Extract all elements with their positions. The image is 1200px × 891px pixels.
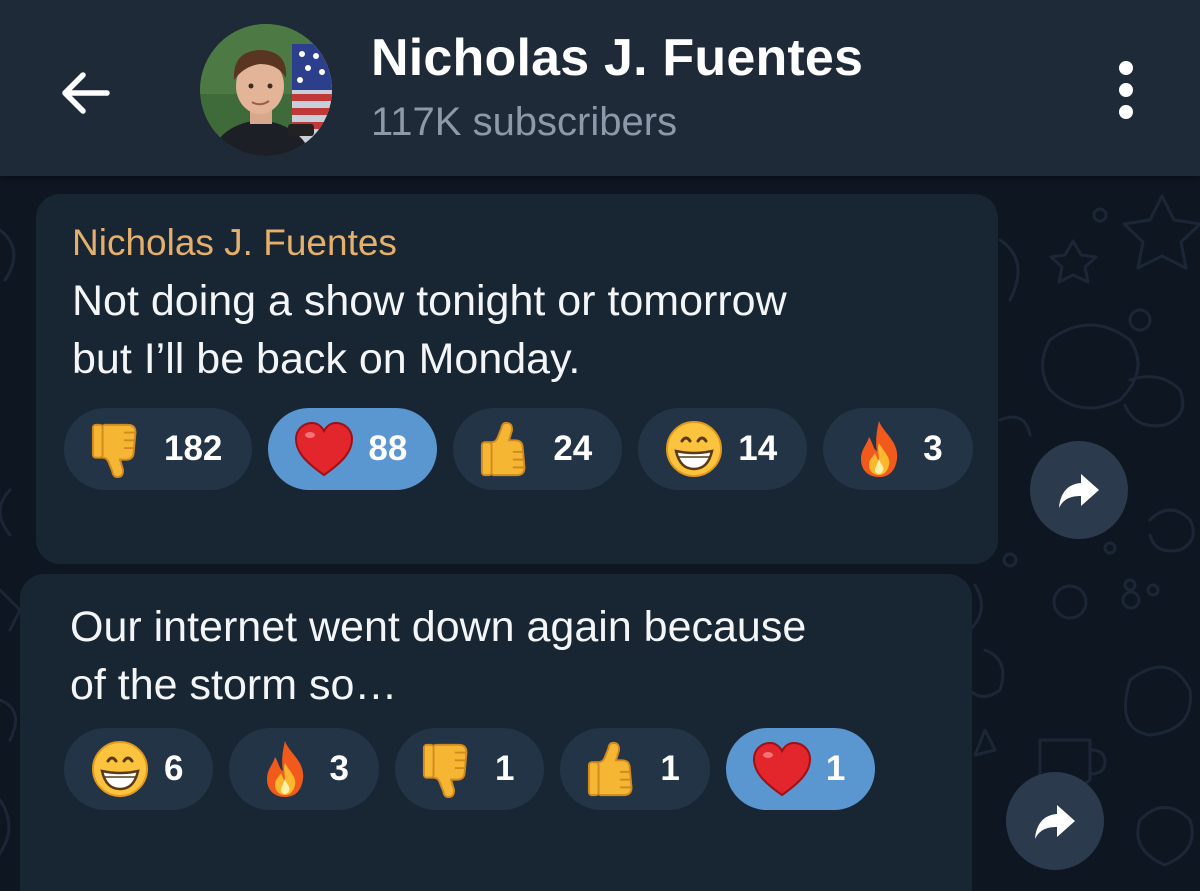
reaction-grinning-face[interactable]: 14 — [638, 408, 808, 490]
reaction-red-heart[interactable]: 88 — [268, 408, 438, 490]
thumbs-down-icon — [421, 739, 481, 799]
reaction-thumbs-down[interactable]: 182 — [64, 408, 253, 490]
channel-header: Nicholas J. Fuentes 117K subscribers — [0, 0, 1200, 176]
reaction-count: 3 — [329, 749, 349, 788]
reaction-count: 1 — [825, 749, 846, 788]
reactions-row: 6 3 1 1 1 — [64, 728, 876, 810]
reaction-fire[interactable]: 3 — [229, 728, 379, 810]
reaction-count: 1 — [660, 749, 680, 788]
reaction-thumbs-down[interactable]: 1 — [394, 728, 545, 810]
back-arrow-icon — [62, 72, 110, 114]
back-button[interactable] — [50, 58, 120, 128]
reaction-count: 6 — [164, 749, 184, 788]
thumbs-up-icon — [586, 739, 646, 799]
red-heart-icon — [752, 739, 812, 799]
message-text-line: but I’ll be back on Monday. — [72, 335, 581, 383]
reaction-fire[interactable]: 3 — [823, 408, 973, 490]
share-arrow-icon — [1059, 474, 1099, 508]
reaction-count: 182 — [164, 429, 223, 468]
share-button[interactable] — [1030, 441, 1128, 539]
reaction-count: 3 — [923, 429, 943, 468]
red-heart-icon — [294, 419, 354, 479]
share-button[interactable] — [1006, 772, 1104, 870]
reaction-count: 88 — [368, 429, 408, 468]
reaction-red-heart[interactable]: 1 — [725, 728, 876, 810]
message-sender[interactable]: Nicholas J. Fuentes — [72, 222, 397, 264]
message-text-line: of the storm so… — [70, 661, 398, 709]
share-arrow-icon — [1035, 805, 1075, 839]
reaction-thumbs-up[interactable]: 24 — [453, 408, 623, 490]
more-vertical-icon-dot-1 — [1119, 61, 1133, 75]
message-text-line: Not doing a show tonight or tomorrow — [72, 277, 787, 325]
reaction-grinning-face[interactable]: 6 — [64, 728, 214, 810]
reactions-row: 182 88 24 14 3 — [64, 408, 973, 490]
message-text-line: Our internet went down again because — [70, 603, 807, 651]
more-options-button[interactable] — [1100, 56, 1152, 124]
channel-title[interactable]: Nicholas J. Fuentes — [371, 28, 863, 88]
grinning-face-icon — [664, 419, 724, 479]
message-text: Our internet went down again because of … — [70, 598, 806, 714]
more-vertical-icon-dot-3 — [1119, 105, 1133, 119]
more-vertical-icon-dot-2 — [1119, 83, 1133, 97]
avatar-image — [200, 24, 332, 156]
thumbs-down-icon — [90, 419, 150, 479]
message-bubble[interactable]: Our internet went down again because of … — [20, 574, 972, 891]
reaction-count: 14 — [738, 429, 778, 468]
reaction-count: 24 — [553, 429, 593, 468]
message-text: Not doing a show tonight or tomorrow but… — [72, 272, 787, 388]
reaction-thumbs-up[interactable]: 1 — [560, 728, 710, 810]
subscriber-count: 117K subscribers — [371, 100, 678, 144]
reaction-count: 1 — [494, 749, 515, 788]
thumbs-up-icon — [479, 419, 539, 479]
fire-icon — [255, 739, 315, 799]
grinning-face-icon — [90, 739, 150, 799]
message-bubble[interactable]: Nicholas J. Fuentes Not doing a show ton… — [36, 194, 998, 564]
channel-avatar[interactable] — [200, 24, 332, 156]
fire-icon — [849, 419, 909, 479]
